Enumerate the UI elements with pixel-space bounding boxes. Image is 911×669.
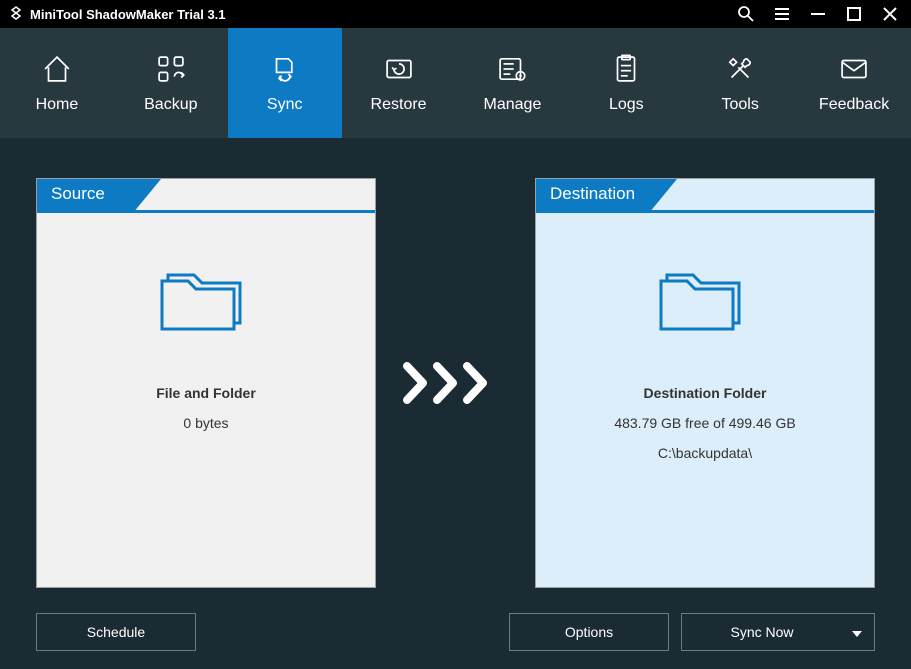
destination-panel-title: Destination	[536, 179, 649, 213]
destination-panel-slant	[649, 179, 677, 213]
folder-icon	[158, 257, 254, 337]
source-panel-body: File and Folder 0 bytes	[37, 213, 375, 587]
nav-label: Sync	[267, 96, 303, 114]
nav-label: Backup	[144, 96, 197, 114]
source-panel-header: Source	[37, 179, 375, 213]
nav-label: Feedback	[819, 96, 889, 114]
main-nav: Home Backup Sync Restore Manage Logs Too…	[0, 28, 911, 138]
manage-icon	[495, 52, 529, 86]
source-panel-slant	[133, 179, 161, 213]
nav-label: Home	[36, 96, 79, 114]
maximize-icon[interactable]	[845, 5, 863, 23]
nav-manage[interactable]: Manage	[456, 28, 570, 138]
schedule-button-label: Schedule	[87, 624, 145, 640]
content-area: Source File and Folder 0 bytes	[0, 138, 911, 669]
home-icon	[40, 52, 74, 86]
source-line1: File and Folder	[156, 385, 256, 401]
destination-panel[interactable]: Destination Destination Folder 483.79 GB…	[535, 178, 875, 588]
right-buttons: Options Sync Now	[509, 613, 875, 651]
nav-logs[interactable]: Logs	[569, 28, 683, 138]
nav-tools[interactable]: Tools	[683, 28, 797, 138]
schedule-button[interactable]: Schedule	[36, 613, 196, 651]
destination-line1: Destination Folder	[644, 385, 767, 401]
transfer-arrows	[376, 360, 535, 406]
logs-icon	[609, 52, 643, 86]
source-panel-title: Source	[37, 179, 133, 213]
caret-down-icon	[852, 624, 862, 640]
destination-line3: C:\backupdata\	[658, 445, 752, 461]
app-logo-icon	[8, 6, 24, 22]
sync-now-button-label: Sync Now	[730, 624, 793, 640]
restore-icon	[382, 52, 416, 86]
titlebar: MiniTool ShadowMaker Trial 3.1	[0, 0, 911, 28]
feedback-icon	[837, 52, 871, 86]
destination-panel-body: Destination Folder 483.79 GB free of 499…	[536, 213, 874, 587]
nav-home[interactable]: Home	[0, 28, 114, 138]
source-panel-border	[37, 210, 375, 213]
close-icon[interactable]	[881, 5, 899, 23]
folder-icon	[657, 257, 753, 337]
sync-icon	[268, 52, 302, 86]
destination-panel-border	[536, 210, 874, 213]
options-button-label: Options	[565, 624, 613, 640]
search-icon[interactable]	[737, 5, 755, 23]
minimize-icon[interactable]	[809, 5, 827, 23]
app-title: MiniTool ShadowMaker Trial 3.1	[30, 7, 226, 22]
sync-now-button[interactable]: Sync Now	[681, 613, 875, 651]
nav-backup[interactable]: Backup	[114, 28, 228, 138]
nav-label: Manage	[484, 96, 542, 114]
chevrons-right-icon	[401, 360, 511, 406]
nav-sync[interactable]: Sync	[228, 28, 342, 138]
nav-label: Logs	[609, 96, 644, 114]
nav-label: Restore	[371, 96, 427, 114]
nav-feedback[interactable]: Feedback	[797, 28, 911, 138]
app-title-area: MiniTool ShadowMaker Trial 3.1	[8, 6, 737, 22]
nav-label: Tools	[722, 96, 759, 114]
options-button[interactable]: Options	[509, 613, 669, 651]
nav-restore[interactable]: Restore	[342, 28, 456, 138]
source-panel[interactable]: Source File and Folder 0 bytes	[36, 178, 376, 588]
bottom-button-row: Schedule Options Sync Now	[36, 613, 875, 651]
window-controls	[737, 5, 903, 23]
tools-icon	[723, 52, 757, 86]
destination-line2: 483.79 GB free of 499.46 GB	[614, 415, 795, 431]
panels-row: Source File and Folder 0 bytes	[36, 166, 875, 599]
destination-panel-header: Destination	[536, 179, 874, 213]
source-line2: 0 bytes	[183, 415, 228, 431]
menu-icon[interactable]	[773, 5, 791, 23]
backup-icon	[154, 52, 188, 86]
